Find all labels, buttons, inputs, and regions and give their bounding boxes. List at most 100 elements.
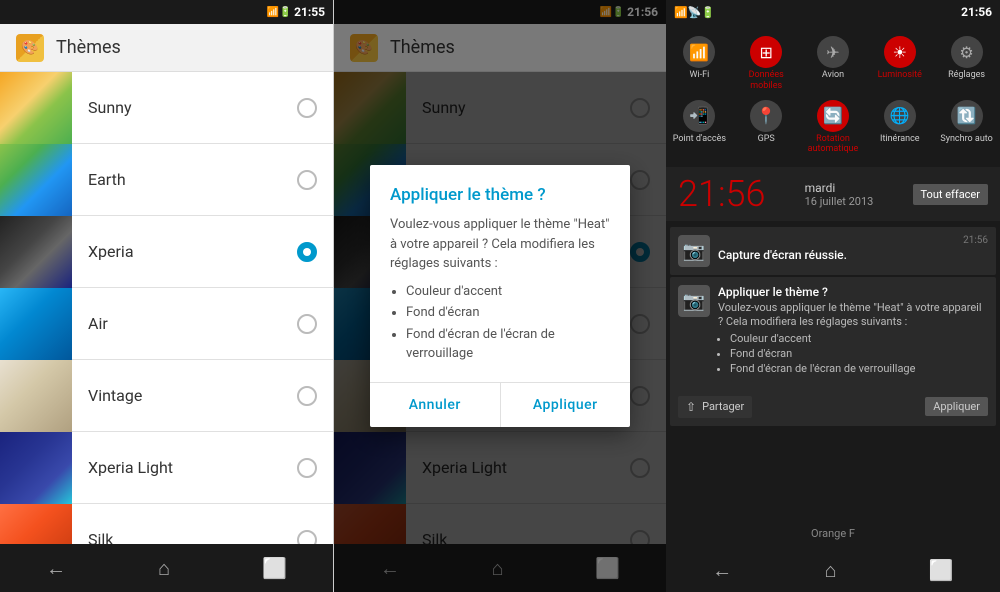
notif-expanded-title: Appliquer le thème ? xyxy=(718,285,988,299)
panel1-status-icons: 📶🔋 xyxy=(267,7,294,18)
dialog-bullet-list: Couleur d'accent Fond d'écran Fond d'écr… xyxy=(390,282,610,364)
qs-settings[interactable]: ⚙ Réglages xyxy=(937,36,997,92)
theme-name-earth: Earth xyxy=(72,170,297,189)
itinerance-icon: 🌐 xyxy=(884,100,916,132)
dialog-bullet-3: Fond d'écran de l'écran de verrouillage xyxy=(406,325,610,364)
notification-list: 📷 21:56 Capture d'écran réussie. 📷 Appli… xyxy=(666,221,1000,523)
panel1-status-time: 21:55 xyxy=(294,5,325,19)
notif-screenshot-icon: 📷 xyxy=(678,235,710,267)
theme-item-vintage[interactable]: Vintage xyxy=(0,360,333,432)
theme-radio-air[interactable] xyxy=(297,314,317,334)
carrier-text: Orange F xyxy=(811,527,855,540)
theme-name-silk: Silk xyxy=(72,530,297,544)
panel3-left-icons: 📶📡🔋 xyxy=(674,6,715,19)
notif-share-button[interactable]: ⇧ Partager xyxy=(678,396,752,418)
qs-hotspot[interactable]: 📲 Point d'accès xyxy=(669,100,729,156)
notif-apply-button[interactable]: Appliquer xyxy=(925,397,988,416)
qs-wifi[interactable]: 📶 Wi-Fi xyxy=(669,36,729,92)
qs-row-2: 📲 Point d'accès 📍 GPS 🔄 Rotationautomati… xyxy=(666,96,1000,160)
apply-theme-dialog: Appliquer le thème ? Voulez-vous appliqu… xyxy=(370,165,630,427)
panel1-app-bar: 🎨 Thèmes xyxy=(0,24,333,72)
notif-bottom-bar: Orange F xyxy=(666,523,1000,548)
qs-mobile-data[interactable]: ⊞ Donnéesmobiles xyxy=(736,36,796,92)
theme-thumb-sunny xyxy=(0,72,72,144)
share-icon: ⇧ xyxy=(686,400,696,414)
dialog-title: Appliquer le thème ? xyxy=(370,165,630,215)
clear-all-button[interactable]: Tout effacer xyxy=(913,184,988,205)
panel-1: 📶🔋 21:55 🎨 Thèmes Sunny Earth Xperia Air xyxy=(0,0,333,592)
panel1-back-button[interactable]: ← xyxy=(26,548,86,589)
theme-item-xperia[interactable]: Xperia xyxy=(0,216,333,288)
qs-row-1: 📶 Wi-Fi ⊞ Donnéesmobiles ✈ Avion ☀ Lumin… xyxy=(666,32,1000,96)
qs-itinerance-label: Itinérance xyxy=(880,134,920,145)
qs-gps[interactable]: 📍 GPS xyxy=(736,100,796,156)
notif-screenshot-expanded[interactable]: 📷 Appliquer le thème ? Voulez-vous appli… xyxy=(670,277,996,425)
notif-bullet-2: Fond d'écran xyxy=(730,347,988,361)
panel3-back-button[interactable]: ← xyxy=(692,550,752,591)
qs-rotation[interactable]: 🔄 Rotationautomatique xyxy=(803,100,863,156)
theme-radio-sunny[interactable] xyxy=(297,98,317,118)
share-label: Partager xyxy=(702,400,744,413)
panel-2: 📶🔋 21:56 🎨 Thèmes Sunny Earth Xperia Air xyxy=(333,0,666,592)
brightness-icon: ☀ xyxy=(884,36,916,68)
notif-expanded-description: Voulez-vous appliquer le thème "Heat" à … xyxy=(718,301,982,328)
dialog-bullet-2: Fond d'écran xyxy=(406,303,610,323)
theme-radio-xperialight[interactable] xyxy=(297,458,317,478)
settings-icon: ⚙ xyxy=(951,36,983,68)
airplane-icon: ✈ xyxy=(817,36,849,68)
theme-item-sunny[interactable]: Sunny xyxy=(0,72,333,144)
dialog-content: Voulez-vous appliquer le thème "Heat" à … xyxy=(370,215,630,382)
panel1-recents-button[interactable]: ⬜ xyxy=(242,548,307,588)
panel-3: 📶📡🔋 21:56 📶 Wi-Fi ⊞ Donnéesmobiles ✈ Avi… xyxy=(666,0,1000,592)
theme-thumb-vintage xyxy=(0,360,72,432)
wifi-icon: 📶 xyxy=(683,36,715,68)
notif-expanded-icon: 📷 xyxy=(678,285,710,317)
notif-bullet-1: Couleur d'accent xyxy=(730,332,988,346)
qs-sync[interactable]: 🔃 Synchro auto xyxy=(937,100,997,156)
rotation-icon: 🔄 xyxy=(817,100,849,132)
panel1-theme-list: Sunny Earth Xperia Air Vintage Xperia Li… xyxy=(0,72,333,544)
panel3-time: 21:56 xyxy=(961,5,992,19)
notif-screenshot-collapsed[interactable]: 📷 21:56 Capture d'écran réussie. xyxy=(670,227,996,275)
hotspot-icon: 📲 xyxy=(683,100,715,132)
panel3-home-button[interactable]: ⌂ xyxy=(804,550,856,591)
qs-airplane[interactable]: ✈ Avion xyxy=(803,36,863,92)
theme-thumb-silk xyxy=(0,504,72,545)
qs-brightness[interactable]: ☀ Luminosité xyxy=(870,36,930,92)
notif-title: Capture d'écran réussie. xyxy=(718,248,988,262)
panel1-nav-bar: ← ⌂ ⬜ xyxy=(0,544,333,592)
dialog-body-text: Voulez-vous appliquer le thème "Heat" à … xyxy=(390,217,609,271)
theme-item-xperialight[interactable]: Xperia Light xyxy=(0,432,333,504)
notif-header-row: 21:56 xyxy=(718,235,988,246)
notif-date: 16 juillet 2013 xyxy=(805,195,874,208)
notif-expanded-bullets: Couleur d'accent Fond d'écran Fond d'écr… xyxy=(718,332,988,377)
dialog-cancel-button[interactable]: Annuler xyxy=(370,383,501,427)
dialog-apply-button[interactable]: Appliquer xyxy=(501,383,631,427)
qs-brightness-label: Luminosité xyxy=(878,70,922,81)
theme-radio-xperia[interactable] xyxy=(297,242,317,262)
theme-thumb-air xyxy=(0,288,72,360)
gps-icon: 📍 xyxy=(750,100,782,132)
theme-radio-silk[interactable] xyxy=(297,530,317,545)
theme-radio-vintage[interactable] xyxy=(297,386,317,406)
quick-settings: 📶 Wi-Fi ⊞ Donnéesmobiles ✈ Avion ☀ Lumin… xyxy=(666,24,1000,167)
theme-name-air: Air xyxy=(72,314,297,333)
theme-radio-earth[interactable] xyxy=(297,170,317,190)
theme-item-earth[interactable]: Earth xyxy=(0,144,333,216)
theme-name-xperia: Xperia xyxy=(72,242,297,261)
notif-timestamp: 21:56 xyxy=(963,235,988,246)
qs-sync-label: Synchro auto xyxy=(940,134,992,145)
panel1-app-icon: 🎨 xyxy=(16,34,44,62)
qs-hotspot-label: Point d'accès xyxy=(673,134,726,145)
panel1-home-button[interactable]: ⌂ xyxy=(138,548,190,589)
theme-thumb-xperialight xyxy=(0,432,72,504)
notif-time: 21:56 xyxy=(678,173,765,215)
theme-name-vintage: Vintage xyxy=(72,386,297,405)
notif-expanded-text: Voulez-vous appliquer le thème "Heat" à … xyxy=(718,301,988,376)
theme-thumb-earth xyxy=(0,144,72,216)
theme-thumb-xperia xyxy=(0,216,72,288)
panel3-recents-button[interactable]: ⬜ xyxy=(909,550,974,590)
qs-itinerance[interactable]: 🌐 Itinérance xyxy=(870,100,930,156)
theme-item-silk[interactable]: Silk xyxy=(0,504,333,544)
theme-item-air[interactable]: Air xyxy=(0,288,333,360)
